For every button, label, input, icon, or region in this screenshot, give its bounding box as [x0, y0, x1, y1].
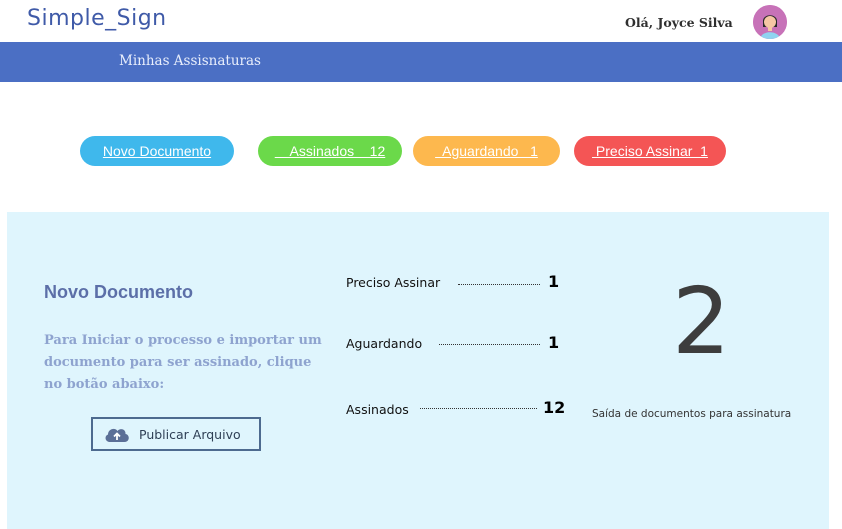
outgoing-caption: Saída de documentos para assinatura	[592, 408, 792, 420]
publish-file-label: Publicar Arquivo	[139, 426, 241, 442]
panel-title: Novo Documento	[44, 282, 194, 302]
avatar-icon	[753, 5, 787, 39]
stat-must-sign-value: 1	[548, 272, 560, 291]
dotted-leader	[439, 344, 540, 345]
user-avatar[interactable]	[753, 5, 787, 39]
new-document-button[interactable]: Novo Documento	[80, 136, 234, 166]
cloud-upload-icon	[103, 425, 131, 443]
publish-file-button[interactable]: Publicar Arquivo	[91, 417, 261, 451]
stat-waiting-value: 1	[548, 333, 560, 352]
outgoing-count: 2	[672, 268, 731, 375]
brand-logo[interactable]: Simple_Sign	[27, 6, 167, 31]
dotted-leader	[420, 408, 537, 409]
stat-waiting-label: Aguardando	[346, 336, 423, 351]
signed-filter-button[interactable]: Assinados 12	[258, 136, 402, 166]
stat-signed-value: 12	[543, 398, 566, 417]
must-sign-filter-button[interactable]: Preciso Assinar 1	[574, 136, 726, 166]
dotted-leader	[458, 284, 540, 285]
nav-item-minhas-assinaturas[interactable]: Minhas Assisnaturas	[119, 53, 261, 69]
top-bar: Simple_Sign Olá, Joyce Silva	[0, 0, 842, 42]
user-greeting: Olá, Joyce Silva	[625, 15, 733, 30]
stat-must-sign-label: Preciso Assinar	[346, 275, 441, 290]
panel-description: Para Iniciar o processo e importar um do…	[44, 333, 322, 392]
stat-signed-label: Assinados	[346, 402, 409, 417]
waiting-filter-button[interactable]: Aguardando 1	[413, 136, 560, 166]
main-nav: Minhas Assisnaturas	[0, 42, 842, 82]
